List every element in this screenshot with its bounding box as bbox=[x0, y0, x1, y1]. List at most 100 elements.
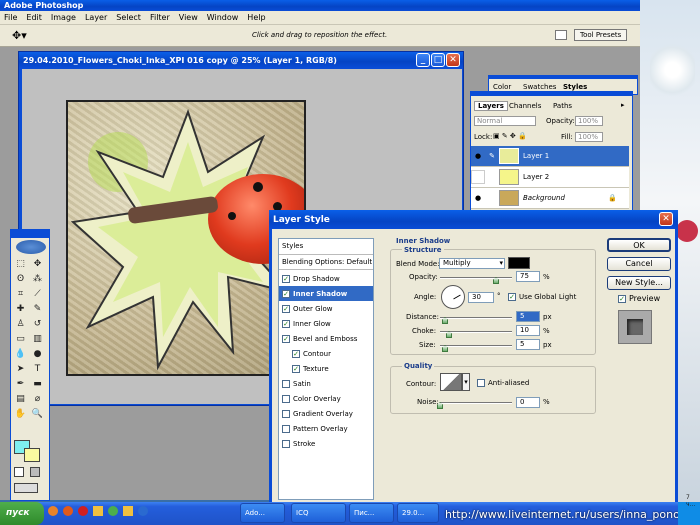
menu-filter[interactable]: Filter bbox=[150, 13, 170, 22]
icq-icon[interactable] bbox=[108, 506, 118, 516]
angle-dial[interactable] bbox=[441, 285, 465, 309]
stamp-tool-icon[interactable]: ♙ bbox=[14, 318, 27, 330]
pen-tool-icon[interactable]: ✒ bbox=[14, 378, 27, 390]
eye-icon[interactable]: ● bbox=[471, 152, 485, 160]
history-brush-icon[interactable]: ↺ bbox=[31, 318, 44, 330]
layer-row-layer-1[interactable]: ● ✎ Layer 1 bbox=[471, 146, 629, 167]
eraser-tool-icon[interactable]: ▭ bbox=[14, 333, 27, 345]
tool-presets-button[interactable]: Tool Presets bbox=[574, 29, 628, 41]
zoom-tool-icon[interactable]: 🔍 bbox=[31, 408, 44, 420]
checkbox-box[interactable] bbox=[282, 409, 290, 418]
checkbox-box[interactable] bbox=[282, 379, 290, 388]
eye-empty-icon[interactable] bbox=[471, 170, 485, 184]
background-color-swatch[interactable] bbox=[24, 448, 40, 462]
style-item-inner-shadow[interactable]: ✓ Inner Shadow bbox=[279, 286, 373, 301]
tab-color[interactable]: Color bbox=[493, 83, 511, 91]
crop-tool-icon[interactable]: ⌗ bbox=[14, 288, 27, 300]
eye-icon[interactable]: ● bbox=[471, 194, 485, 202]
checkbox-box[interactable] bbox=[282, 439, 290, 448]
type-tool-icon[interactable]: T bbox=[31, 363, 44, 375]
size-field[interactable]: 5 bbox=[516, 339, 540, 350]
style-item-satin[interactable]: Satin bbox=[279, 376, 373, 391]
marquee-tool-icon[interactable]: ⬚ bbox=[14, 258, 27, 270]
opacity-field[interactable]: 100% bbox=[575, 116, 603, 126]
slice-tool-icon[interactable]: ⟋ bbox=[31, 288, 44, 300]
firefox-icon[interactable] bbox=[63, 506, 73, 516]
tab-channels[interactable]: Channels bbox=[509, 102, 541, 110]
hand-tool-icon[interactable]: ✋ bbox=[14, 408, 27, 420]
layer-row-background[interactable]: ● Background 🔒 bbox=[471, 188, 629, 209]
check-icon[interactable]: ✓ bbox=[282, 274, 290, 283]
dodge-tool-icon[interactable]: ● bbox=[31, 348, 44, 360]
taskbar-item-mail[interactable]: Пис... bbox=[349, 503, 394, 523]
blur-tool-icon[interactable]: 💧 bbox=[14, 348, 27, 360]
noise-slider[interactable] bbox=[440, 402, 512, 404]
preview-checkbox[interactable]: ✓ Preview bbox=[618, 294, 660, 303]
style-item-color-overlay[interactable]: Color Overlay bbox=[279, 391, 373, 406]
style-item-pattern-overlay[interactable]: Pattern Overlay bbox=[279, 421, 373, 436]
new-style-button[interactable]: New Style... bbox=[607, 276, 671, 290]
cancel-button[interactable]: Cancel bbox=[607, 257, 671, 271]
taskbar-item-icq[interactable]: ICQ bbox=[291, 503, 346, 523]
menu-select[interactable]: Select bbox=[116, 13, 141, 22]
check-icon[interactable]: ✓ bbox=[282, 334, 290, 343]
quick-mask-on-icon[interactable] bbox=[30, 467, 40, 477]
size-slider[interactable] bbox=[440, 345, 512, 347]
shape-tool-icon[interactable]: ▬ bbox=[31, 378, 44, 390]
folder-icon[interactable] bbox=[93, 506, 103, 516]
style-item-stroke[interactable]: Stroke bbox=[279, 436, 373, 451]
distance-slider[interactable] bbox=[440, 317, 512, 319]
style-item-bevel-and-emboss[interactable]: ✓ Bevel and Emboss bbox=[279, 331, 373, 346]
tab-swatches[interactable]: Swatches bbox=[523, 83, 556, 91]
opacity-field[interactable]: 75 bbox=[516, 271, 540, 282]
media-icon[interactable] bbox=[138, 506, 148, 516]
doc-minimize-button[interactable]: _ bbox=[416, 53, 430, 67]
tab-paths[interactable]: Paths bbox=[553, 102, 572, 110]
lasso-tool-icon[interactable]: ʘ bbox=[14, 273, 27, 285]
menu-edit[interactable]: Edit bbox=[26, 13, 42, 22]
taskbar-item-photoshop[interactable]: Ado... bbox=[240, 503, 285, 523]
menu-view[interactable]: View bbox=[179, 13, 198, 22]
checkbox-box[interactable] bbox=[282, 394, 290, 403]
check-icon[interactable]: ✓ bbox=[292, 364, 300, 373]
contour-picker[interactable] bbox=[440, 373, 462, 391]
angle-field[interactable]: 30 bbox=[468, 292, 494, 303]
palette-well-icon[interactable] bbox=[555, 30, 567, 40]
styles-header[interactable]: Styles bbox=[279, 238, 373, 255]
fill-field[interactable]: 100% bbox=[575, 132, 603, 142]
dialog-close-button[interactable]: ✕ bbox=[659, 212, 673, 226]
style-item-outer-glow[interactable]: ✓ Outer Glow bbox=[279, 301, 373, 316]
doc-close-button[interactable]: ✕ bbox=[446, 53, 460, 67]
screen-mode-icon[interactable] bbox=[14, 483, 38, 493]
taskbar-item-folder[interactable]: 29.0... bbox=[397, 503, 439, 523]
doc-maximize-button[interactable]: □ bbox=[431, 53, 445, 67]
tab-layers[interactable]: Layers bbox=[474, 101, 508, 111]
menu-image[interactable]: Image bbox=[51, 13, 76, 22]
blend-mode-select[interactable]: Normal bbox=[474, 116, 536, 126]
notes-tool-icon[interactable]: ▤ bbox=[14, 393, 27, 405]
style-item-contour[interactable]: ✓ Contour bbox=[279, 346, 373, 361]
check-icon[interactable]: ✓ bbox=[292, 349, 300, 358]
app-icon[interactable] bbox=[123, 506, 133, 516]
menu-window[interactable]: Window bbox=[207, 13, 239, 22]
menu-help[interactable]: Help bbox=[247, 13, 265, 22]
brush-tool-icon[interactable]: ✎ bbox=[31, 303, 44, 315]
style-item-gradient-overlay[interactable]: Gradient Overlay bbox=[279, 406, 373, 421]
anti-aliased-checkbox[interactable]: Anti-aliased bbox=[477, 379, 529, 387]
layer-row-layer-2[interactable]: Layer 2 bbox=[471, 167, 629, 188]
checkbox-box[interactable] bbox=[282, 424, 290, 433]
chevron-down-icon[interactable]: ▾ bbox=[462, 373, 470, 391]
blending-options-item[interactable]: Blending Options: Default bbox=[279, 255, 373, 270]
noise-field[interactable]: 0 bbox=[516, 397, 540, 408]
menu-layer[interactable]: Layer bbox=[85, 13, 107, 22]
distance-field[interactable]: 5 bbox=[516, 311, 540, 322]
global-light-checkbox[interactable]: ✓ Use Global Light bbox=[508, 293, 576, 301]
blend-mode-select[interactable]: Multiply ▾ bbox=[439, 258, 505, 269]
check-icon[interactable]: ✓ bbox=[282, 319, 290, 328]
check-icon[interactable]: ✓ bbox=[282, 304, 290, 313]
start-button[interactable]: пуск bbox=[0, 502, 44, 525]
lock-icons[interactable]: ▣ ✎ ✥ 🔒 bbox=[493, 132, 527, 140]
ok-button[interactable]: OK bbox=[607, 238, 671, 252]
quick-mask-icon[interactable] bbox=[14, 467, 24, 477]
eyedropper-icon[interactable]: ⌀ bbox=[31, 393, 44, 405]
